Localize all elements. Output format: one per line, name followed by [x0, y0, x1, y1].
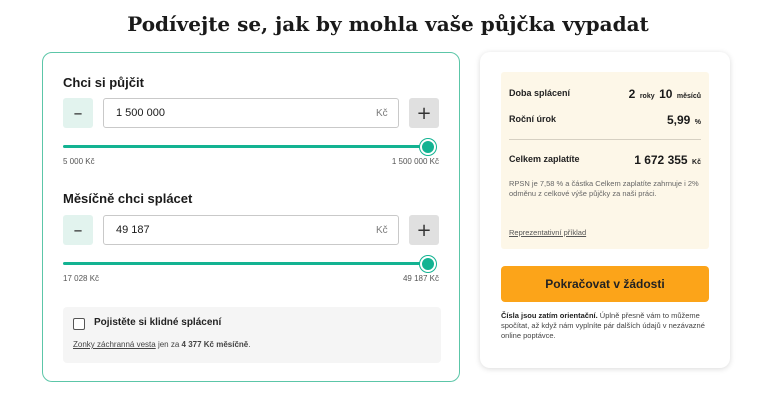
duration-value: 2 roky 10 měsíců: [628, 87, 701, 101]
loan-currency-suffix: Kč: [376, 108, 388, 119]
total-label: Celkem zaplatíte: [509, 154, 580, 164]
insurance-note-end: .: [248, 340, 251, 349]
summary-panel: Doba splácení 2 roky 10 měsíců Roční úro…: [501, 72, 709, 249]
monthly-decrease-button[interactable]: –: [63, 215, 93, 245]
loan-slider-track[interactable]: [63, 145, 429, 148]
monthly-increase-button[interactable]: +: [409, 215, 439, 245]
representative-example-link[interactable]: Reprezentativní příklad: [509, 228, 586, 237]
total-value: 1 672 355 Kč: [634, 153, 701, 167]
insurance-label[interactable]: Pojistěte si klidné splácení: [94, 317, 221, 328]
loan-slider-handle[interactable]: [420, 139, 436, 155]
insurance-link[interactable]: Zonky záchranná vesta: [73, 340, 156, 349]
loan-amount-label: Chci si půjčit: [63, 75, 144, 90]
insurance-box: Pojistěte si klidné splácení Zonky záchr…: [63, 307, 441, 363]
rate-label: Roční úrok: [509, 114, 557, 124]
insurance-note: Zonky záchranná vesta jen za 4 377 Kč mě…: [73, 340, 250, 349]
summary-divider: [509, 139, 701, 140]
rpsn-note: RPSN je 7,58 % a částka Celkem zaplatíte…: [509, 179, 699, 198]
loan-increase-button[interactable]: +: [409, 98, 439, 128]
insurance-note-mid: jen za: [155, 340, 182, 349]
duration-label: Doba splácení: [509, 88, 571, 98]
page-title: Podívejte se, jak by mohla vaše půjčka v…: [127, 12, 649, 36]
loan-min-label: 5 000 Kč: [63, 157, 95, 166]
continue-application-button[interactable]: Pokračovat v žádosti: [501, 266, 709, 302]
monthly-slider-track[interactable]: [63, 262, 429, 265]
monthly-slider-handle[interactable]: [420, 256, 436, 272]
orientation-note: Čísla jsou zatím orientační. Úplně přesn…: [501, 311, 705, 340]
monthly-payment-input[interactable]: [103, 215, 399, 245]
loan-summary-card: Doba splácení 2 roky 10 měsíců Roční úro…: [480, 52, 730, 368]
loan-max-label: 1 500 000 Kč: [391, 157, 439, 166]
rate-value: 5,99 %: [666, 113, 701, 127]
loan-calculator-card: Chci si půjčit – Kč + 5 000 Kč 1 500 000…: [42, 52, 460, 382]
monthly-min-label: 17 028 Kč: [63, 274, 100, 283]
insurance-checkbox[interactable]: [73, 318, 85, 330]
loan-amount-input[interactable]: [103, 98, 399, 128]
monthly-currency-suffix: Kč: [376, 225, 388, 236]
monthly-payment-label: Měsíčně chci splácet: [63, 191, 193, 206]
monthly-max-label: 49 187 Kč: [402, 274, 439, 283]
insurance-price: 4 377 Kč měsíčně: [181, 340, 249, 349]
loan-decrease-button[interactable]: –: [63, 98, 93, 128]
